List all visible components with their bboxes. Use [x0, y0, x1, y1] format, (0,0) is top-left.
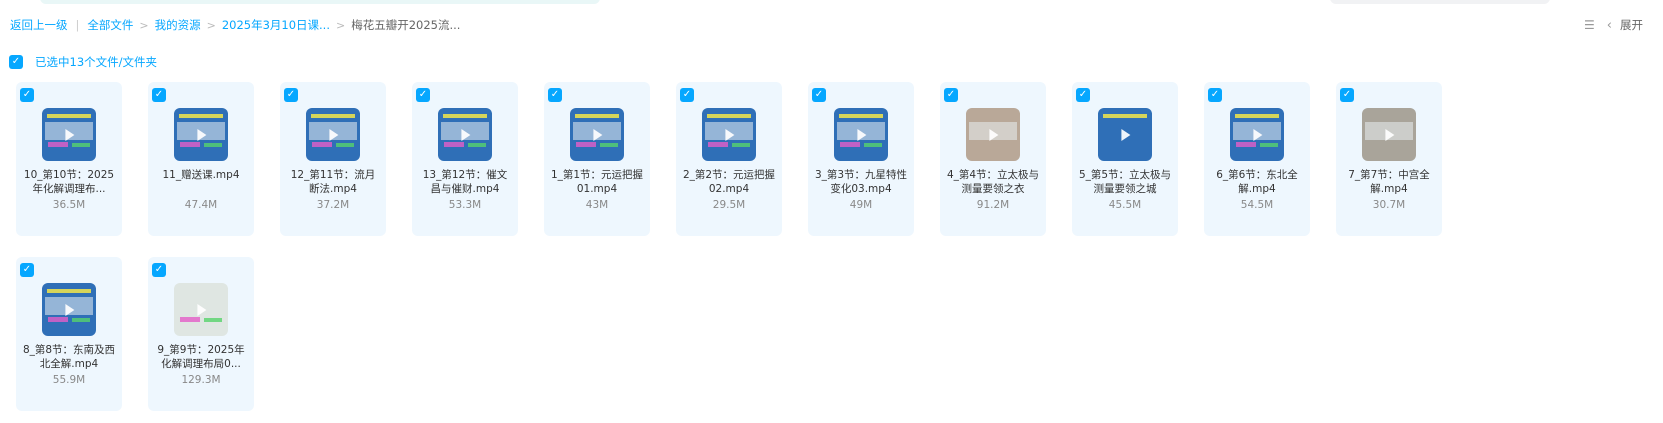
video-thumbnail	[174, 108, 228, 161]
play-icon	[65, 128, 75, 141]
select-all-checkbox[interactable]: ✓	[9, 55, 23, 69]
play-icon	[725, 128, 735, 141]
play-icon	[329, 128, 339, 141]
video-thumbnail	[702, 108, 756, 161]
video-thumbnail	[570, 108, 624, 161]
chevron-right-icon: >	[139, 18, 149, 32]
file-card[interactable]: ✓ 2_第2节：元运把握02.mp4 29.5M	[676, 82, 782, 236]
file-name: 7_第7节：中宫全解.mp4	[1348, 169, 1430, 195]
video-thumbnail	[42, 108, 96, 161]
expand-label: 展开	[1620, 18, 1643, 32]
file-name: 13_第12节：催文昌与催财.mp4	[422, 169, 508, 195]
file-checkbox[interactable]: ✓	[1076, 88, 1090, 102]
file-card[interactable]: ✓ 8_第8节：东南及西北全解.mp4 55.9M	[16, 257, 122, 411]
select-all[interactable]: ✓ 已选中13个文件/文件夹	[9, 54, 157, 70]
file-card[interactable]: ✓ 10_第10节：2025年化解调理布... 36.5M	[16, 82, 122, 236]
file-checkbox[interactable]: ✓	[20, 88, 34, 102]
file-checkbox[interactable]: ✓	[680, 88, 694, 102]
search-bar-edge	[40, 0, 600, 4]
breadcrumb-divider: |	[75, 18, 80, 32]
file-card[interactable]: ✓ 6_第6节：东北全解.mp4 54.5M	[1204, 82, 1310, 236]
file-checkbox[interactable]: ✓	[1340, 88, 1354, 102]
breadcrumb-item-all-files[interactable]: 全部文件	[87, 17, 133, 33]
file-checkbox[interactable]: ✓	[548, 88, 562, 102]
file-name: 11_赠送课.mp4	[162, 169, 240, 181]
chevron-right-icon: >	[336, 18, 346, 32]
file-card[interactable]: ✓ 7_第7节：中宫全解.mp4 30.7M	[1336, 82, 1442, 236]
play-icon	[989, 128, 999, 141]
file-size: 45.5M	[1108, 199, 1142, 211]
play-icon	[1385, 128, 1395, 141]
file-size: 91.2M	[976, 199, 1010, 211]
play-icon	[1253, 128, 1263, 141]
video-thumbnail	[438, 108, 492, 161]
file-name: 10_第10节：2025年化解调理布...	[23, 169, 115, 195]
file-card[interactable]: ✓ 5_第5节：立太极与测量要领之城 45.5M	[1072, 82, 1178, 236]
video-thumbnail	[42, 283, 96, 336]
file-card[interactable]: ✓ 12_第11节：流月断法.mp4 37.2M	[280, 82, 386, 236]
file-name: 3_第3节：九星特性变化03.mp4	[814, 169, 908, 195]
file-size: 43M	[585, 199, 609, 211]
file-name: 5_第5节：立太极与测量要领之城	[1078, 169, 1172, 195]
breadcrumb-item-course-folder[interactable]: 2025年3月10日课...	[222, 17, 330, 33]
file-card[interactable]: ✓ 3_第3节：九星特性变化03.mp4 49M	[808, 82, 914, 236]
file-size: 54.5M	[1240, 199, 1274, 211]
file-size: 55.9M	[52, 374, 86, 386]
toolbar-edge	[1330, 0, 1550, 4]
video-thumbnail	[1362, 108, 1416, 161]
file-checkbox[interactable]: ✓	[284, 88, 298, 102]
video-thumbnail	[1098, 108, 1152, 161]
video-thumbnail	[834, 108, 888, 161]
file-card[interactable]: ✓ 9_第9节：2025年化解调理布局0... 129.3M	[148, 257, 254, 411]
file-name: 1_第1节：元运把握01.mp4	[550, 169, 644, 195]
file-card[interactable]: ✓ 13_第12节：催文昌与催财.mp4 53.3M	[412, 82, 518, 236]
play-icon	[197, 128, 207, 141]
file-checkbox[interactable]: ✓	[20, 263, 34, 277]
file-checkbox[interactable]: ✓	[152, 88, 166, 102]
file-size: 30.7M	[1372, 199, 1406, 211]
chevron-right-icon: >	[206, 18, 216, 32]
file-checkbox[interactable]: ✓	[944, 88, 958, 102]
file-name: 12_第11节：流月断法.mp4	[290, 169, 376, 195]
file-card[interactable]: ✓ 4_第4节：立太极与测量要领之衣 91.2M	[940, 82, 1046, 236]
breadcrumb-item-current: 梅花五瓣开2025流...	[351, 18, 461, 32]
file-checkbox[interactable]: ✓	[1208, 88, 1222, 102]
file-card[interactable]: ✓ 11_赠送课.mp4 47.4M	[148, 82, 254, 236]
video-thumbnail	[966, 108, 1020, 161]
file-size: 53.3M	[448, 199, 482, 211]
file-size: 47.4M	[184, 199, 218, 211]
file-name: 2_第2节：元运把握02.mp4	[682, 169, 776, 195]
video-thumbnail	[174, 283, 228, 336]
file-size: 36.5M	[52, 199, 86, 211]
video-thumbnail	[306, 108, 360, 161]
file-checkbox[interactable]: ✓	[416, 88, 430, 102]
file-name: 6_第6节：东北全解.mp4	[1216, 169, 1298, 195]
expand-button[interactable]: ‹ 展开	[1607, 17, 1643, 33]
file-checkbox[interactable]: ✓	[812, 88, 826, 102]
selection-count-label: 已选中13个文件/文件夹	[35, 55, 158, 69]
play-icon	[65, 303, 75, 316]
play-icon	[593, 128, 603, 141]
breadcrumb-item-my-resources[interactable]: 我的资源	[155, 17, 201, 33]
play-icon	[857, 128, 867, 141]
file-size: 37.2M	[316, 199, 350, 211]
play-icon	[461, 128, 471, 141]
file-card[interactable]: ✓ 1_第1节：元运把握01.mp4 43M	[544, 82, 650, 236]
file-name: 4_第4节：立太极与测量要领之衣	[946, 169, 1040, 195]
view-tools: ☰ ‹ 展开	[1584, 17, 1643, 33]
play-icon	[1121, 128, 1131, 141]
file-name: 9_第9节：2025年化解调理布局0...	[157, 344, 245, 370]
file-name: 8_第8节：东南及西北全解.mp4	[22, 344, 116, 370]
file-size: 49M	[849, 199, 873, 211]
breadcrumb: 返回上一级 | 全部文件 > 我的资源 > 2025年3月10日课... > 梅…	[10, 17, 460, 33]
play-icon	[197, 303, 207, 316]
file-checkbox[interactable]: ✓	[152, 263, 166, 277]
video-thumbnail	[1230, 108, 1284, 161]
list-view-icon[interactable]: ☰	[1584, 18, 1595, 32]
file-size: 129.3M	[181, 374, 221, 386]
chevron-left-icon: ‹	[1606, 17, 1612, 33]
file-size: 29.5M	[712, 199, 746, 211]
back-link[interactable]: 返回上一级	[10, 17, 68, 33]
